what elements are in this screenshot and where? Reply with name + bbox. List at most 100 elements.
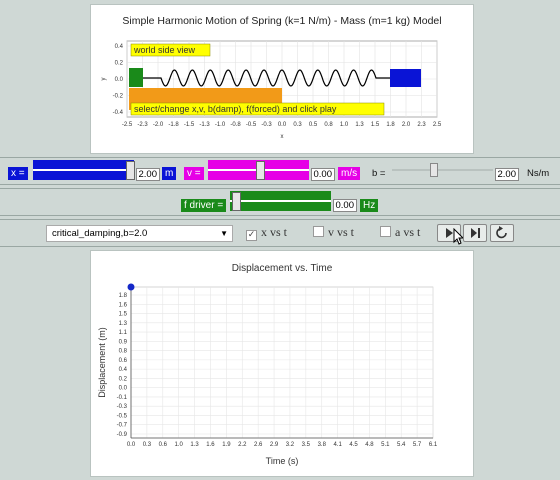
graph-x-tick: 2.2 (238, 442, 247, 448)
graph-y-tick: 1.3 (119, 321, 128, 327)
sim-x-tick: -0.8 (230, 122, 241, 128)
step-button[interactable] (463, 224, 487, 242)
sim-x-tick: -1.8 (168, 122, 179, 128)
sim-x-tick: 0.8 (324, 122, 333, 128)
graph-x-tick: 3.8 (318, 442, 327, 448)
graph-y-tick: -0.5 (117, 413, 128, 419)
graph-x-tick: 4.5 (349, 442, 358, 448)
graph-y-tick: 1.1 (119, 330, 128, 336)
sim-x-tick: 0.3 (293, 122, 302, 128)
sim-y-tick: 0.2 (115, 61, 124, 67)
world-side-view-text: world side view (133, 45, 196, 55)
sim-y-tick: 0.4 (115, 44, 124, 50)
displacement-chart: 0.0 0.3 0.6 1.0 1.3 1.6 1.9 2.2 2.6 2.9 3.2 3.5 3.8 4… (97, 283, 438, 466)
graph-y-tick: 0.8 (119, 349, 128, 355)
checkbox-x-vs-t-label: x vs t (261, 225, 288, 239)
wall-block (129, 68, 143, 87)
sim-x-tick: 1.0 (340, 122, 349, 128)
graph-y-tick: 0.2 (119, 376, 128, 382)
graph-x-axis-label: Time (s) (266, 456, 299, 466)
graph-y-tick: 0.9 (119, 339, 128, 345)
graph-y-axis-label: Displacement (m) (97, 327, 107, 398)
graph-y-tick: -0.9 (117, 432, 128, 438)
f-value-field[interactable]: 0.00 (333, 199, 357, 212)
v-slider[interactable] (208, 160, 309, 180)
graph-x-tick: 0.3 (143, 442, 152, 448)
sim-x-tick: 2.5 (433, 122, 442, 128)
x-slider[interactable] (33, 160, 135, 180)
graph-x-tick: 0.6 (159, 442, 168, 448)
controls-row-3: critical_damping,b=2.0 ▼ ✓ x vs t v vs t … (0, 219, 560, 247)
graph-x-tick: 6.1 (429, 442, 438, 448)
sim-x-tick: -1.3 (199, 122, 210, 128)
step-icon (471, 228, 480, 238)
v-slider-thumb[interactable] (256, 161, 265, 180)
damping-select[interactable]: critical_damping,b=2.0 ▼ (46, 225, 233, 242)
checkbox-a-vs-t[interactable]: a vs t (380, 225, 420, 240)
sim-x-tick: 2.0 (402, 122, 411, 128)
b-slider-thumb[interactable] (430, 163, 438, 177)
checkbox-v-vs-t-box[interactable] (313, 226, 324, 237)
sim-x-axis-label: x (281, 134, 284, 140)
graph-x-tick: 0.0 (127, 442, 136, 448)
x-slider-thumb[interactable] (126, 161, 135, 180)
graph-x-tick: 3.5 (302, 442, 311, 448)
sim-x-tick: -0.3 (261, 122, 272, 128)
world-side-view-tag: world side view (130, 43, 211, 57)
checkbox-a-vs-t-box[interactable] (380, 226, 391, 237)
simulation-canvas: -2.5 -2.3 -2.0 -1.8 -1.5 -1.3 -1.0 -0.8 -0.5 -0.3… (101, 40, 442, 140)
checkbox-x-vs-t-box[interactable]: ✓ (246, 230, 257, 241)
graph-x-tick: 4.8 (365, 442, 374, 448)
controls-row-1: x = 2.00 m v = 0.00 m/s b = 2.00 Ns/m (0, 157, 560, 185)
f-driver-label: f driver = (181, 199, 227, 212)
b-value-field[interactable]: 2.00 (495, 168, 519, 181)
f-unit: Hz (360, 199, 379, 212)
sim-x-tick: -0.5 (246, 122, 257, 128)
graph-x-tick: 5.1 (381, 442, 390, 448)
graph-y-tick: 1.6 (119, 302, 128, 308)
damping-select-value: critical_damping,b=2.0 (52, 228, 148, 239)
controls-row-2: f driver = 0.00 Hz (0, 188, 560, 216)
x-value-field[interactable]: 2.00 (136, 168, 160, 181)
f-driver-slider-thumb[interactable] (232, 192, 241, 211)
chevron-down-icon[interactable]: ▼ (220, 226, 228, 241)
checkbox-a-vs-t-label: a vs t (395, 225, 421, 239)
graph-x-tick: 2.6 (254, 442, 263, 448)
checkbox-v-vs-t-label: v vs t (328, 225, 355, 239)
reset-button[interactable] (490, 224, 514, 242)
sim-y-tick: 0.0 (115, 77, 124, 83)
v-value-field[interactable]: 0.00 (311, 168, 335, 181)
graph-y-tick: 1.8 (119, 293, 128, 299)
graph-y-tick: 0.4 (119, 367, 128, 373)
graph-y-tick: 1.5 (119, 312, 128, 318)
graph-x-tick: 1.0 (175, 442, 184, 448)
simulation-panel: Simple Harmonic Motion of Spring (k=1 N/… (90, 4, 474, 154)
graph-x-tick: 1.6 (206, 442, 215, 448)
sim-x-tick: -2.3 (137, 122, 148, 128)
b-slider[interactable] (392, 163, 493, 177)
sim-y-tick: -0.4 (113, 110, 124, 116)
hint-tag: select/change x,v, b(damp), f(forced) an… (130, 102, 385, 116)
sim-y-axis-label: y (101, 78, 107, 81)
x-unit: m (162, 167, 177, 180)
x-label: x = (8, 167, 28, 180)
graph-y-tick: 0.6 (119, 358, 128, 364)
sim-x-tick: 0.5 (309, 122, 318, 128)
graph-x-tick: 4.1 (333, 442, 342, 448)
graph-x-tick: 5.7 (413, 442, 422, 448)
graph-x-tick: 3.2 (286, 442, 295, 448)
graph-panel: Displacement vs. Time 0.0 0.3 0.6 1.0 1.3 1.6… (90, 250, 474, 477)
checkbox-v-vs-t[interactable]: v vs t (313, 225, 354, 240)
f-driver-slider[interactable] (230, 191, 331, 211)
sim-y-tick: -0.2 (113, 94, 124, 100)
checkbox-x-vs-t[interactable]: ✓ x vs t (246, 225, 287, 241)
graph-x-tick: 5.4 (397, 442, 406, 448)
graph-x-tick: 2.9 (270, 442, 279, 448)
graph-y-tick: -0.7 (117, 423, 128, 429)
graph-y-tick: -0.1 (117, 395, 128, 401)
graph-y-tick: -0.3 (117, 404, 128, 410)
data-point (127, 283, 135, 291)
sim-x-tick: 1.5 (371, 122, 380, 128)
v-label: v = (184, 167, 204, 180)
sim-x-tick: 1.3 (355, 122, 364, 128)
